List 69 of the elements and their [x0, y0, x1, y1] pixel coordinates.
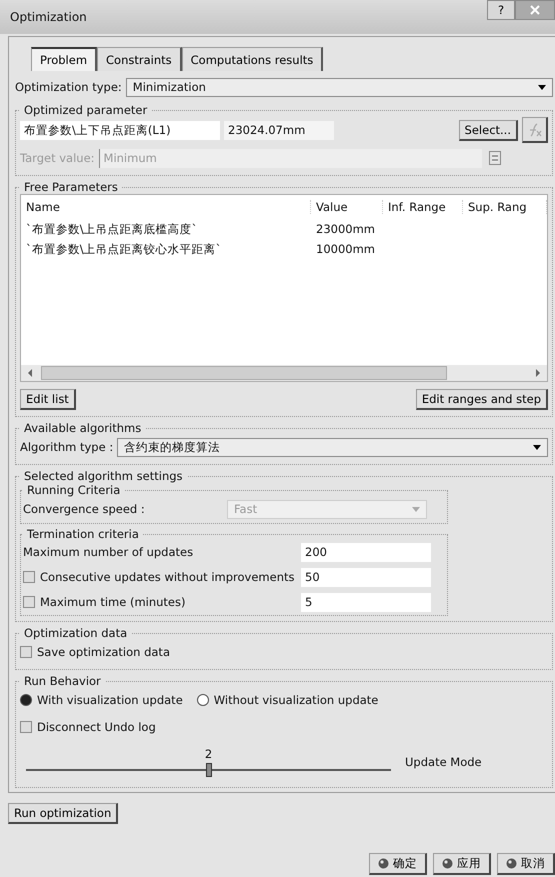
window-title: Optimization	[10, 10, 87, 24]
slider-label: Update Mode	[405, 755, 482, 769]
checkbox-label: Save optimization data	[37, 645, 170, 659]
column-header[interactable]: Value	[311, 200, 383, 214]
checkbox-label: Maximum time (minutes)	[40, 595, 186, 609]
edit-button[interactable]: Edit ranges and step	[416, 388, 548, 410]
caret-icon	[412, 506, 420, 512]
checkbox[interactable]	[23, 596, 35, 608]
group-title: Run Behavior	[23, 674, 102, 688]
field-label: Optimization type:	[15, 80, 122, 94]
caret-icon	[533, 444, 541, 450]
table-cell-text: 23000mm	[315, 222, 376, 236]
number-field[interactable]: 200	[301, 542, 431, 562]
slider-value: 2	[204, 747, 212, 761]
checkbox-label: Disconnect Undo log	[37, 720, 156, 734]
table-cell-text: `布置参数\上吊点距离底槛高度`	[25, 222, 198, 236]
checkbox[interactable]	[23, 571, 35, 583]
group-title: Selected algorithm settings	[23, 469, 184, 483]
field-label: Algorithm type :	[20, 440, 114, 454]
scroll-thumb[interactable]	[41, 366, 447, 380]
checkbox-label: Consecutive updates without improvements	[40, 570, 294, 584]
column-header[interactable]: Name	[21, 200, 311, 214]
formula-button[interactable]	[522, 117, 548, 143]
ball-icon	[442, 858, 453, 869]
group-title: Running Criteria	[26, 483, 122, 497]
scroll-right-icon	[535, 369, 541, 377]
dialog-button[interactable]: 取消	[497, 853, 555, 875]
tab[interactable]: Computations results	[182, 47, 324, 71]
field-label: Target value:	[20, 151, 95, 165]
radio-button[interactable]	[20, 694, 32, 706]
group-title: Termination criteria	[26, 527, 140, 541]
dropdown[interactable]: Minimization	[126, 78, 553, 96]
help-button[interactable]: ?	[487, 0, 515, 20]
ball-icon	[378, 858, 389, 869]
value-field: 23024.07mm	[224, 120, 334, 140]
close-icon	[530, 5, 540, 15]
radio-label: With visualization update	[37, 693, 183, 707]
horizontal-scrollbar[interactable]	[21, 365, 547, 381]
table-cell-text: `布置参数\上吊点距离铰心水平距离`	[25, 242, 222, 256]
scroll-left-icon	[27, 369, 33, 377]
slider[interactable]: 2	[26, 745, 391, 779]
group-title: Optimization data	[23, 626, 128, 640]
number-field[interactable]: 5	[301, 592, 431, 612]
number-field[interactable]: 50	[301, 568, 431, 586]
spin-button[interactable]	[486, 148, 504, 168]
field-label: Maximum number of updates	[23, 545, 194, 559]
table-cell-text: 10000mm	[315, 242, 376, 256]
edit-button[interactable]: Edit list	[20, 388, 76, 410]
close-button[interactable]	[515, 0, 555, 20]
group-title: Optimized parameter	[23, 103, 148, 117]
column-header[interactable]: Sup. Rang	[463, 200, 547, 214]
tab[interactable]: Constraints	[97, 47, 182, 71]
checkbox[interactable]	[20, 721, 32, 733]
field-label: Convergence speed :	[23, 502, 146, 516]
radio-button[interactable]	[196, 694, 209, 706]
radio-label: Without visualization update	[214, 693, 378, 707]
checkbox[interactable]	[20, 646, 32, 658]
group-title: Available algorithms	[23, 421, 142, 435]
tab[interactable]: Problem	[31, 47, 98, 71]
ball-icon	[506, 858, 517, 869]
spin-icon	[489, 151, 501, 165]
slider-thumb[interactable]	[206, 763, 212, 777]
dialog-button[interactable]: 应用	[433, 853, 491, 875]
run-button[interactable]: Run optimization	[8, 802, 118, 824]
group-title: Free Parameters	[23, 180, 119, 194]
dropdown[interactable]: 含约束的梯度算法	[117, 438, 548, 456]
dialog-button[interactable]: 确定	[369, 853, 427, 875]
column-header[interactable]: Inf. Range	[383, 200, 463, 214]
caret-icon	[538, 84, 546, 90]
